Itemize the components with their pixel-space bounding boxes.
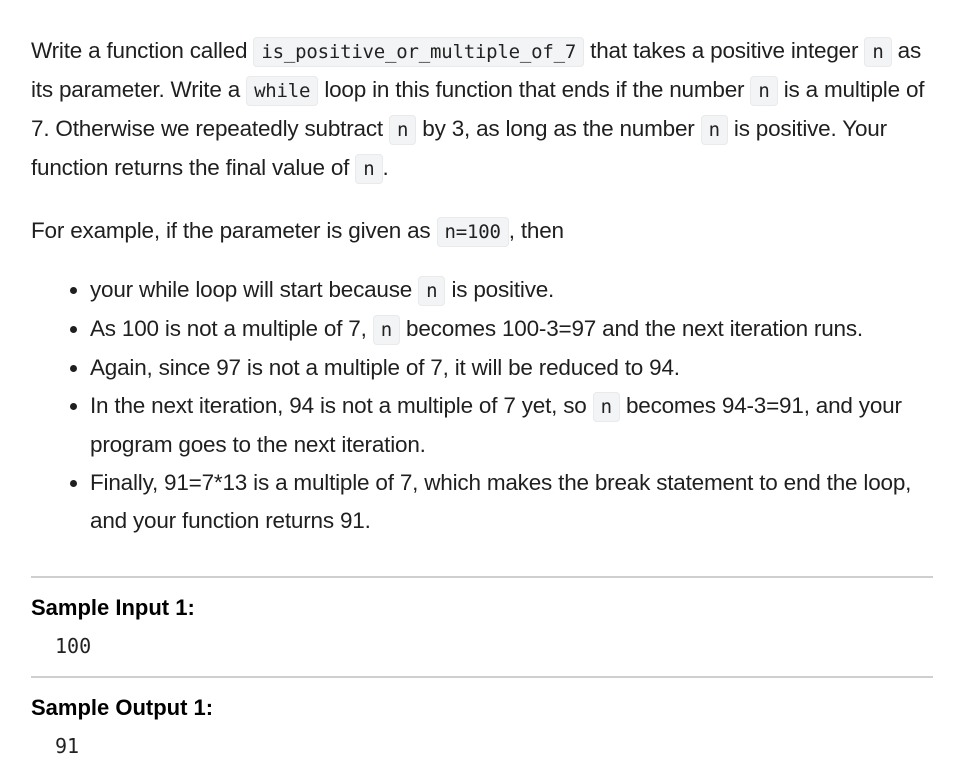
inline-code: n (418, 276, 446, 306)
sample-input-title: Sample Input 1: (31, 595, 195, 620)
problem-statement: Write a function called is_positive_or_m… (31, 32, 933, 760)
example-steps-list: your while loop will start because n is … (31, 271, 933, 540)
function-name-code: is_positive_or_multiple_of_7 (253, 37, 585, 67)
sample-output-value: 91 (55, 734, 80, 758)
inline-code: while (246, 76, 319, 106)
sample-output-title: Sample Output 1: (31, 695, 214, 720)
inline-code: n (388, 115, 417, 145)
inline-code: n (700, 115, 728, 145)
sample-input-value: 100 (55, 634, 92, 658)
divider (31, 576, 933, 578)
list-item: Finally, 91=7*13 is a multiple of 7, whi… (90, 464, 933, 540)
divider (31, 676, 933, 678)
list-item: As 100 is not a multiple of 7, n becomes… (90, 310, 933, 349)
inline-code: n (372, 315, 400, 345)
list-item: Again, since 97 is not a multiple of 7, … (90, 349, 933, 387)
inline-code: n (355, 154, 383, 184)
intro-paragraph: Write a function called is_positive_or_m… (31, 32, 933, 188)
inline-code: n (864, 37, 892, 67)
inline-code: n (592, 392, 620, 422)
list-item: your while loop will start because n is … (90, 271, 933, 310)
inline-code: n (750, 76, 778, 106)
inline-code: n=100 (436, 217, 509, 247)
example-paragraph: For example, if the parameter is given a… (31, 212, 933, 251)
list-item: In the next iteration, 94 is not a multi… (90, 387, 933, 464)
